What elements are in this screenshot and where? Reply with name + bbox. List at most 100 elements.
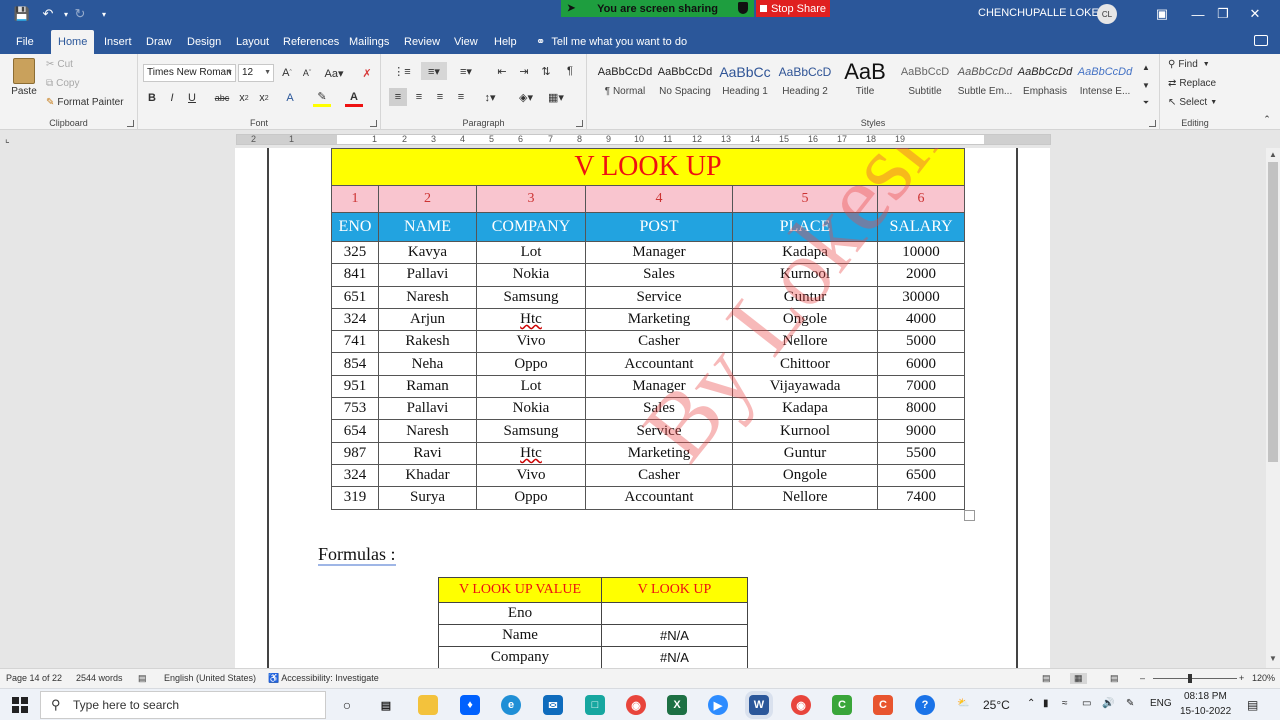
show-formatting-marks-icon[interactable]: ¶ <box>561 62 579 80</box>
cell-company[interactable]: Oppo <box>476 486 586 510</box>
bullets-icon[interactable]: ⋮≡ <box>389 62 415 80</box>
cell-salary[interactable]: 7400 <box>877 486 965 510</box>
tab-insert[interactable]: Insert <box>97 30 139 54</box>
cell-eno[interactable]: 741 <box>331 330 379 354</box>
pen-icon[interactable]: ✎ <box>1126 698 1134 709</box>
cell-eno[interactable]: 324 <box>331 463 379 488</box>
avatar[interactable]: CL <box>1097 4 1117 24</box>
document-page[interactable]: V LOOK UP 1 2 3 4 5 6 ENO NAME COMPANY P… <box>235 148 1050 668</box>
clipboard-launcher-icon[interactable] <box>127 120 134 127</box>
cell-name[interactable]: Naresh <box>378 419 477 443</box>
cell-company[interactable]: Lot <box>476 374 586 399</box>
cell-eno[interactable]: 654 <box>331 419 379 443</box>
header-cell-salary[interactable]: SALARY <box>877 212 965 242</box>
cell-company[interactable]: Samsung <box>476 419 586 443</box>
vlookup-table[interactable]: V LOOK UP 1 2 3 4 5 6 ENO NAME COMPANY P… <box>331 148 965 510</box>
word-count[interactable]: 2544 words <box>76 673 123 683</box>
scroll-up-icon[interactable]: ▲ <box>1269 150 1277 159</box>
network-icon[interactable]: ≈ <box>1062 698 1068 709</box>
tab-home[interactable]: Home <box>51 30 95 54</box>
paragraph-launcher-icon[interactable] <box>576 120 583 127</box>
clock-time[interactable]: 08:18 PM <box>1184 691 1227 702</box>
tab-review[interactable]: Review <box>397 30 447 54</box>
focus-mode-icon[interactable]: ▤ <box>1042 673 1051 684</box>
cell-salary[interactable]: 2000 <box>877 263 965 287</box>
cell-salary[interactable]: 5000 <box>877 330 965 354</box>
cell-place[interactable]: Kadapa <box>732 240 878 265</box>
cell-post[interactable]: Casher <box>585 330 733 354</box>
task-view-icon[interactable]: ▤ <box>376 695 396 715</box>
grow-font-icon[interactable]: Aˆ <box>278 64 296 82</box>
close-icon[interactable]: ✕ <box>1235 0 1275 28</box>
formula-table[interactable]: V LOOK UP VALUE V LOOK UP Eno Name #N/A … <box>438 577 748 668</box>
clear-formatting-icon[interactable]: ✗ <box>358 64 376 82</box>
volume-icon[interactable]: 🔊 <box>1102 698 1114 709</box>
underline-icon[interactable]: U <box>183 89 201 107</box>
style-emphasis[interactable]: AaBbCcDd Emphasis <box>1015 58 1075 106</box>
formula-cell[interactable] <box>601 602 748 625</box>
cell-eno[interactable]: 651 <box>331 285 379 309</box>
highlight-icon[interactable]: ✎ <box>313 89 331 107</box>
column-number-cell[interactable]: 3 <box>476 185 586 213</box>
column-number-cell[interactable]: 4 <box>585 185 733 213</box>
tab-mailings[interactable]: Mailings <box>342 30 396 54</box>
cell-salary[interactable]: 30000 <box>877 285 965 309</box>
help-icon[interactable]: ? <box>915 695 935 715</box>
cell-company[interactable]: Htc <box>476 441 586 465</box>
mail-icon[interactable]: ✉ <box>543 695 563 715</box>
cell-name[interactable]: Rakesh <box>378 330 477 354</box>
styles-launcher-icon[interactable] <box>1149 120 1156 127</box>
cell-eno[interactable]: 325 <box>331 240 379 265</box>
borders-icon[interactable]: ▦▾ <box>543 88 569 106</box>
cell-salary[interactable]: 9000 <box>877 419 965 443</box>
header-cell-place[interactable]: PLACE <box>732 212 878 242</box>
column-number-cell[interactable]: 5 <box>732 185 878 213</box>
sort-icon[interactable]: ⇅ <box>537 62 555 80</box>
styles-scroll-up-icon[interactable]: ▲ <box>1137 58 1155 76</box>
line-spacing-icon[interactable]: ↕▾ <box>477 88 503 106</box>
align-center-icon[interactable]: ≡ <box>410 88 428 106</box>
table-title[interactable]: V LOOK UP <box>331 148 965 186</box>
zoom-level[interactable]: 120% <box>1252 673 1275 683</box>
cell-name[interactable]: Surya <box>378 486 477 510</box>
cell-post[interactable]: Manager <box>585 374 733 399</box>
font-size-select[interactable]: 12 ▼ <box>238 64 274 82</box>
font-family-select[interactable]: Times New Roman ▼ <box>143 64 236 82</box>
cell-place[interactable]: Guntur <box>732 285 878 309</box>
chrome-icon[interactable]: ◉ <box>626 695 646 715</box>
app-icon[interactable]: □ <box>585 695 605 715</box>
horizontal-ruler[interactable]: 2 1 1 2 3 4 5 6 7 8 9 10 11 12 13 14 15 … <box>236 134 1051 145</box>
taskbar-search-input[interactable]: ⚲ Type here to search <box>40 691 326 719</box>
copy-button[interactable]: ⧉ Copy <box>46 78 80 89</box>
cell-name[interactable]: Kavya <box>378 240 477 265</box>
multilevel-list-icon[interactable]: ≡▾ <box>453 62 479 80</box>
cell-eno[interactable]: 841 <box>331 263 379 287</box>
cell-place[interactable]: Ongole <box>732 463 878 488</box>
cell-salary[interactable]: 6500 <box>877 463 965 488</box>
header-cell-name[interactable]: NAME <box>378 212 477 242</box>
tab-references[interactable]: References <box>276 30 346 54</box>
cell-post[interactable]: Sales <box>585 263 733 287</box>
strikethrough-icon[interactable]: abc <box>213 89 231 107</box>
cell-name[interactable]: Naresh <box>378 285 477 309</box>
style-intense-emphasis[interactable]: AaBbCcDd Intense E... <box>1075 58 1135 106</box>
header-cell-company[interactable]: COMPANY <box>476 212 586 242</box>
cell-post[interactable]: Marketing <box>585 307 733 332</box>
cell-company[interactable]: Oppo <box>476 352 586 376</box>
tab-draw[interactable]: Draw <box>139 30 179 54</box>
cell-company[interactable]: Vivo <box>476 330 586 354</box>
app-icon-orange[interactable]: C <box>873 695 893 715</box>
cell-place[interactable]: Guntur <box>732 441 878 465</box>
formula-cell[interactable]: Eno <box>438 602 602 625</box>
style-no-spacing[interactable]: AaBbCcDd No Spacing <box>655 58 715 106</box>
cell-place[interactable]: Kurnool <box>732 263 878 287</box>
style-heading-1[interactable]: AaBbCc Heading 1 <box>715 58 775 106</box>
cell-post[interactable]: Manager <box>585 240 733 265</box>
select-button[interactable]: ↖ Select ▼ <box>1168 97 1217 108</box>
clock-date[interactable]: 15-10-2022 <box>1180 706 1231 717</box>
cell-company[interactable]: Samsung <box>476 285 586 309</box>
format-painter-button[interactable]: ✎ Format Painter <box>46 97 124 108</box>
battery-icon[interactable]: ▭ <box>1082 698 1091 709</box>
windows-start-icon[interactable] <box>12 697 28 713</box>
replace-button[interactable]: ⇄ Replace <box>1168 78 1216 89</box>
